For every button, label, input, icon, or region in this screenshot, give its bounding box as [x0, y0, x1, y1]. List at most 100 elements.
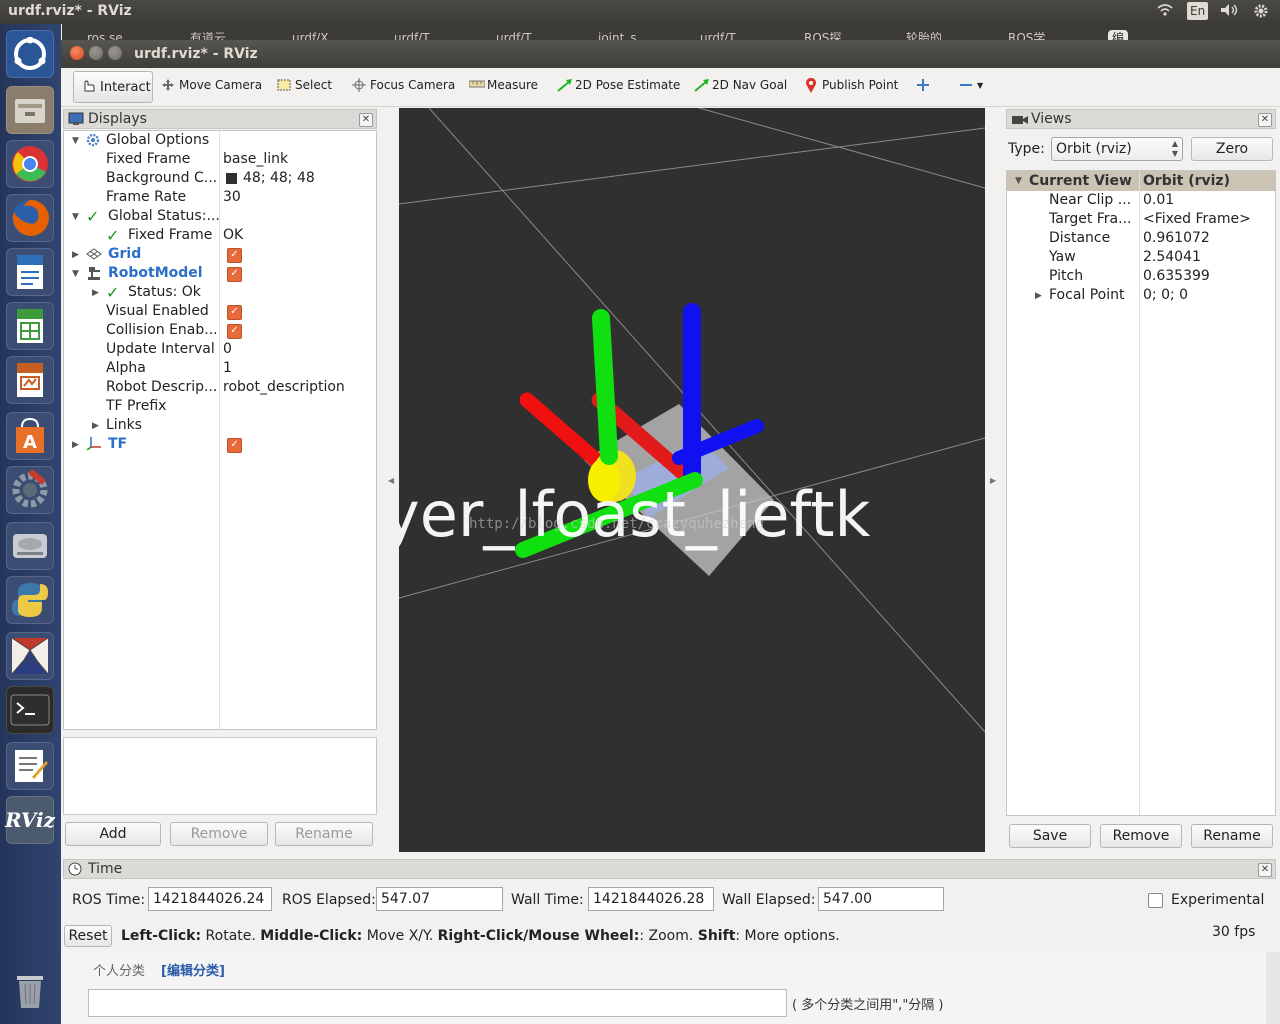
tab-hint[interactable]: urdf/T [496, 30, 532, 40]
tab-hint[interactable]: urdf/T [394, 30, 430, 40]
rviz-icon[interactable]: RViz [5, 796, 55, 844]
system-settings-icon[interactable] [6, 466, 54, 514]
robotmodel-display[interactable]: RobotModel [108, 264, 203, 283]
software-center-icon[interactable]: A [6, 412, 54, 460]
collapse-left-arrow-icon[interactable]: ◀ [388, 476, 394, 485]
collapsed-arrow-icon[interactable]: ▶ [72, 440, 79, 450]
pose-estimate-tool[interactable]: 2D Pose Estimate [557, 78, 680, 92]
3d-render-viewport[interactable]: yer_lfoast_lieftk http://blog.csdn.net/c… [399, 108, 985, 852]
keyboard-indicator[interactable]: En [1187, 2, 1209, 20]
tab-hint[interactable]: ROS探 [804, 30, 841, 40]
collapsed-arrow-icon[interactable]: ▶ [1035, 291, 1042, 301]
wifi-icon[interactable] [1156, 3, 1174, 21]
voronoi-app-icon[interactable] [6, 632, 54, 680]
measure-tool[interactable]: Measure [468, 78, 538, 92]
minimize-window-button[interactable] [89, 46, 103, 60]
wall-time-field[interactable]: 1421844026.28 [588, 887, 714, 911]
tab-hint[interactable]: ros.se [87, 30, 123, 40]
save-view-button[interactable]: Save [1009, 824, 1091, 848]
nav-goal-tool[interactable]: 2D Nav Goal [694, 78, 787, 92]
expand-arrow-icon[interactable]: ▼ [72, 136, 79, 146]
volume-icon[interactable] [1220, 3, 1240, 21]
calc-icon[interactable] [6, 302, 54, 350]
chrome-icon[interactable] [6, 140, 54, 188]
zero-button[interactable]: Zero [1191, 137, 1273, 161]
window-titlebar[interactable]: urdf.rviz* - RViz [61, 40, 1280, 68]
grid-display[interactable]: Grid [108, 245, 141, 264]
ros-elapsed-field[interactable]: 547.07 [376, 887, 503, 911]
distance-value[interactable]: 0.961072 [1143, 229, 1210, 248]
collapsed-arrow-icon[interactable]: ▶ [92, 421, 99, 431]
collapsed-arrow-icon[interactable]: ▶ [92, 288, 99, 298]
experimental-checkbox[interactable] [1148, 893, 1163, 908]
publish-point-tool[interactable]: Publish Point [804, 77, 898, 93]
tab-hint[interactable]: urdf/T [700, 30, 736, 40]
close-icon[interactable]: ✕ [1258, 863, 1272, 877]
maximize-window-button[interactable] [108, 46, 122, 60]
files-icon[interactable] [6, 86, 54, 134]
yaw-value[interactable]: 2.54041 [1143, 248, 1201, 267]
add-tool-button[interactable] [916, 78, 930, 92]
close-icon[interactable]: ✕ [359, 113, 373, 127]
update-interval-value[interactable]: 0 [223, 340, 232, 359]
focal-point-value[interactable]: 0; 0; 0 [1143, 286, 1188, 305]
category-input[interactable] [88, 989, 787, 1017]
near-clip-value[interactable]: 0.01 [1143, 191, 1174, 210]
python-icon[interactable] [6, 576, 54, 624]
pitch-value[interactable]: 0.635399 [1143, 267, 1210, 286]
firefox-icon[interactable] [6, 194, 54, 242]
wall-elapsed-field[interactable]: 547.00 [818, 887, 944, 911]
tf-enabled-checkbox[interactable]: ✓ [227, 438, 242, 453]
gear-icon[interactable] [1253, 3, 1269, 23]
frame-rate-value[interactable]: 30 [223, 188, 241, 207]
trash-icon[interactable] [6, 966, 54, 1014]
close-icon[interactable]: ✕ [1258, 113, 1272, 127]
views-tree[interactable]: ▼ Current View Orbit (rviz) Near Clip ..… [1006, 170, 1276, 816]
tab-hint[interactable]: ROS学 [1008, 30, 1045, 40]
tab-hint[interactable]: urdf/X [292, 30, 328, 40]
expand-arrow-icon[interactable]: ▼ [72, 269, 79, 279]
scrollbar[interactable] [1266, 952, 1280, 1024]
remove-view-button[interactable]: Remove [1100, 824, 1182, 848]
add-display-button[interactable]: Add [65, 822, 161, 846]
rename-display-button[interactable]: Rename [275, 822, 373, 846]
dash-icon[interactable] [6, 30, 54, 78]
collision-enabled-checkbox[interactable]: ✓ [227, 324, 242, 339]
tab-hint[interactable]: 有道云 [190, 30, 226, 40]
close-window-button[interactable] [70, 46, 84, 60]
focus-camera-tool[interactable]: Focus Camera [352, 78, 455, 92]
target-frame-value[interactable]: <Fixed Frame> [1143, 210, 1251, 229]
view-type-select[interactable]: Orbit (rviz) ▲ ▼ [1051, 137, 1183, 161]
tab-hint[interactable]: joint_s [598, 30, 637, 40]
alpha-value[interactable]: 1 [223, 359, 232, 378]
writer-icon[interactable] [6, 248, 54, 296]
move-camera-tool[interactable]: Move Camera [161, 78, 262, 92]
expand-arrow-icon[interactable]: ▼ [72, 212, 79, 222]
disk-icon[interactable] [6, 522, 54, 570]
expand-arrow-icon[interactable]: ▼ [1015, 176, 1022, 186]
edit-category-link[interactable]: [编辑分类] [161, 960, 225, 979]
reset-button[interactable]: Reset [64, 925, 112, 947]
visual-enabled-checkbox[interactable]: ✓ [227, 305, 242, 320]
background-color-value[interactable]: 48; 48; 48 [243, 169, 315, 188]
ros-time-field[interactable]: 1421844026.24 [148, 887, 272, 911]
tab-hint-active[interactable]: 编 [1108, 30, 1129, 40]
grid-enabled-checkbox[interactable]: ✓ [227, 248, 242, 263]
impress-icon[interactable] [6, 356, 54, 404]
tab-hint[interactable]: 轮胎的 [906, 30, 942, 40]
fixed-frame-value[interactable]: base_link [223, 150, 288, 169]
displays-tree[interactable]: ▼ Global Options Fixed Frame base_link B… [63, 130, 377, 730]
remove-display-button[interactable]: Remove [170, 822, 268, 846]
robot-description-value[interactable]: robot_description [223, 378, 345, 397]
select-tool[interactable]: Select [277, 78, 332, 92]
text-editor-icon[interactable] [6, 742, 54, 790]
interact-tool-button[interactable]: Interact [73, 71, 153, 103]
tf-display[interactable]: TF [108, 435, 127, 454]
robotmodel-enabled-checkbox[interactable]: ✓ [227, 267, 242, 282]
color-swatch[interactable] [226, 173, 237, 184]
rename-view-button[interactable]: Rename [1191, 824, 1273, 848]
terminal-icon[interactable] [6, 686, 54, 734]
remove-tool-button[interactable]: ▼ [959, 78, 983, 92]
collapsed-arrow-icon[interactable]: ▶ [72, 250, 79, 260]
collapse-right-arrow-icon[interactable]: ▶ [990, 476, 996, 485]
